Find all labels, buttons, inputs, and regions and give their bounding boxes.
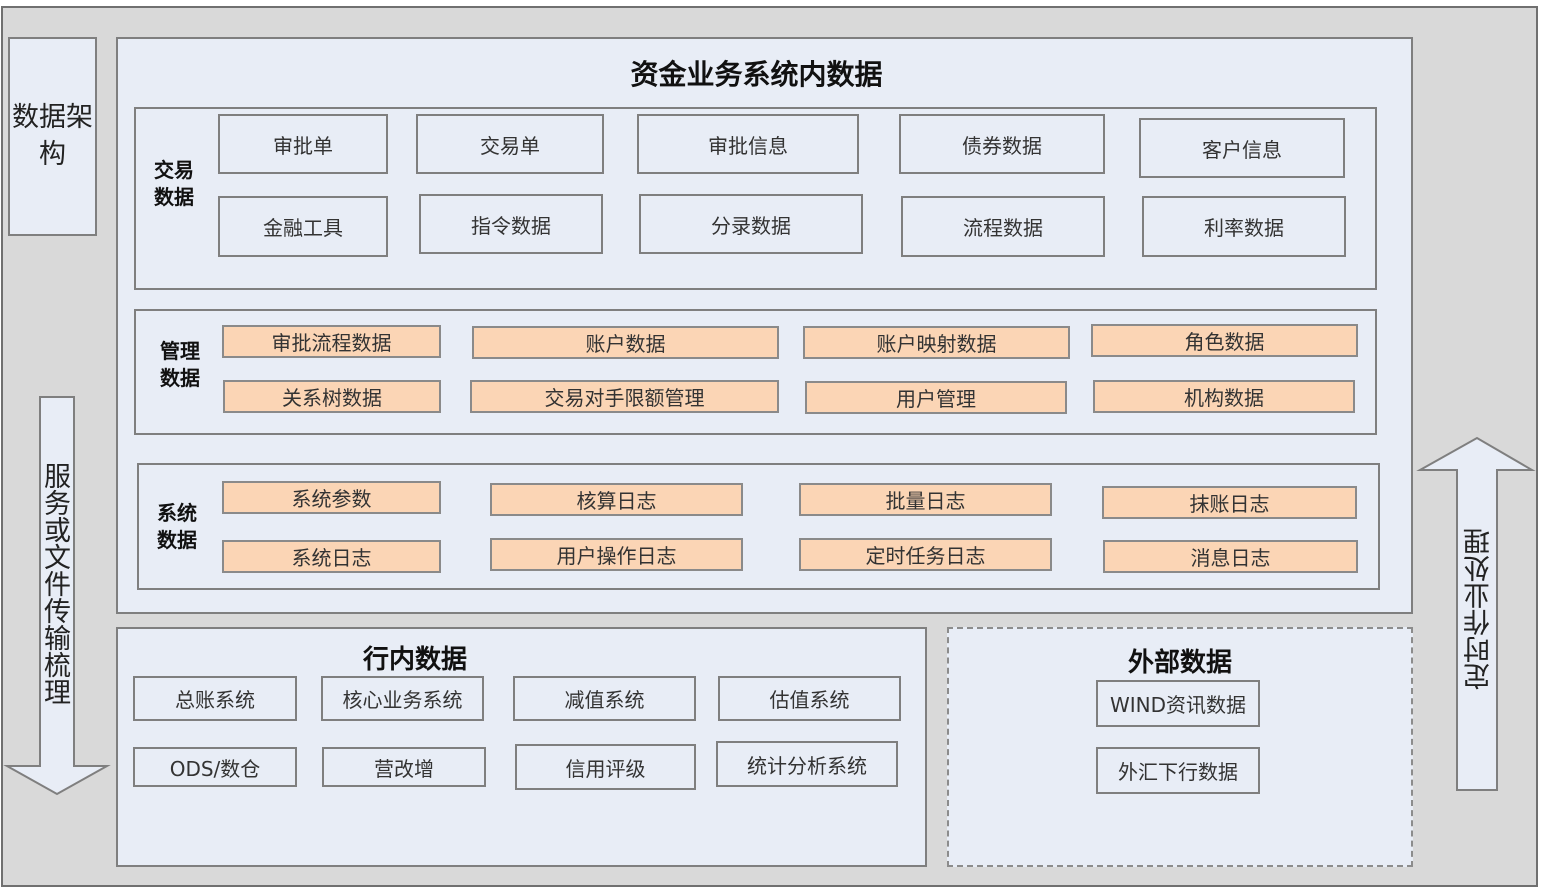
down-arrow-icon xyxy=(3,396,1536,796)
right-arrow-label: 定时作业处理 xyxy=(1464,528,1495,690)
left-arrow-label: 服务或文件传输梳理 xyxy=(39,462,70,705)
